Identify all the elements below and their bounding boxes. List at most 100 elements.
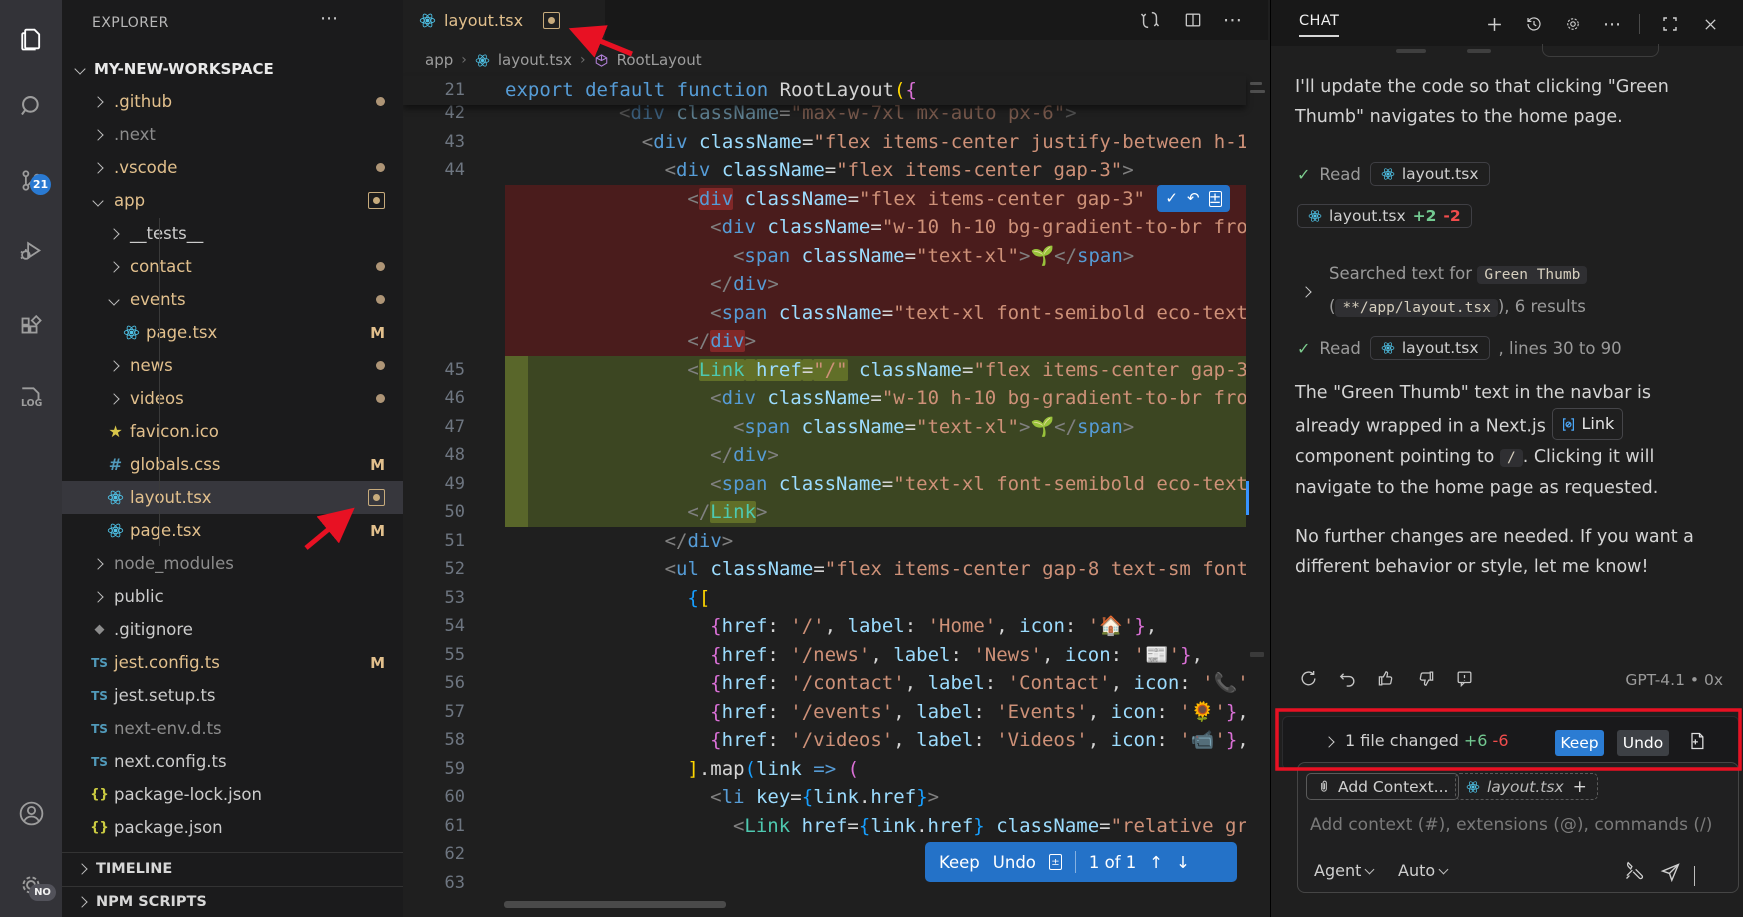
section-timeline[interactable]: TIMELINE: [62, 852, 403, 885]
expand-search-icon[interactable]: [1300, 286, 1311, 297]
tree-file-favicon-ico[interactable]: ★favicon.ico: [62, 415, 403, 448]
code-line: 61<Link href={link.href} className="rela…: [403, 812, 1246, 841]
git-badge: M: [370, 654, 385, 672]
breadcrumb-symbol[interactable]: RootLayout: [617, 51, 702, 69]
tree-file-next-config-ts[interactable]: TSnext.config.ts: [62, 745, 403, 778]
line-number: 50: [403, 498, 465, 527]
minimap[interactable]: [1246, 40, 1268, 917]
tree-item-label: favicon.ico: [130, 422, 219, 441]
undo-button[interactable]: Undo: [1617, 730, 1669, 756]
tree-folder-news[interactable]: news: [62, 349, 403, 382]
tree-folder-videos[interactable]: videos: [62, 382, 403, 415]
run-debug-icon[interactable]: [7, 226, 55, 274]
chat-input-placeholder[interactable]: Add context (#), extensions (@), command…: [1310, 815, 1712, 835]
chat-more-icon[interactable]: ⋯: [1601, 13, 1623, 35]
report-issue-icon[interactable]: [1453, 666, 1475, 690]
send-options-icon[interactable]: [1694, 866, 1695, 885]
tab-layout-tsx[interactable]: layout.tsx: [403, 0, 605, 40]
tree-item-label: jest.config.ts: [114, 653, 220, 672]
added-line: 45<Link href="/" className="flex items-c…: [403, 356, 1246, 385]
tree-folder--github[interactable]: .github: [62, 85, 403, 118]
symbol-icon: [594, 53, 609, 68]
expand-edits-icon[interactable]: [1323, 736, 1334, 747]
tree-file-jest-config-ts[interactable]: TSjest.config.tsM: [62, 646, 403, 679]
tree-file-next-env-d-ts[interactable]: TSnext-env.d.ts: [62, 712, 403, 745]
tools-icon[interactable]: [1624, 861, 1644, 885]
folder-chevron-icon: [108, 393, 119, 404]
add-file-icon[interactable]: +: [1573, 777, 1587, 797]
breadcrumb-app[interactable]: app: [425, 51, 453, 69]
model-picker[interactable]: Auto: [1398, 861, 1447, 880]
settings-badge: NO: [29, 884, 56, 901]
tree-folder-events[interactable]: events: [62, 283, 403, 316]
open-changes-icon[interactable]: [1139, 8, 1161, 32]
tree-item-label: jest.setup.ts: [114, 686, 216, 705]
css-file-icon: #: [106, 455, 125, 474]
react-file-icon: [122, 323, 141, 342]
view-diff-icon[interactable]: [1687, 730, 1707, 756]
tree-file-page-tsx[interactable]: page.tsxM: [62, 316, 403, 349]
git-badge: M: [370, 522, 385, 540]
current-file-pill[interactable]: layout.tsx +: [1455, 773, 1598, 800]
explorer-more-icon[interactable]: ⋯: [320, 8, 338, 29]
breadcrumb-file[interactable]: layout.tsx: [498, 51, 572, 69]
line-number: 61: [403, 812, 465, 841]
undo-icon[interactable]: [1336, 666, 1358, 690]
tree-file-package-lock-json[interactable]: {}package-lock.json: [62, 778, 403, 811]
chat-tab[interactable]: CHAT: [1299, 13, 1339, 29]
code-area[interactable]: 42<div className="max-w-7xl mx-auto px-6…: [403, 76, 1246, 917]
account-icon[interactable]: [7, 789, 55, 837]
close-panel-icon[interactable]: [1699, 13, 1721, 35]
explorer-icon[interactable]: [7, 15, 55, 63]
keep-button[interactable]: Keep: [1555, 730, 1604, 756]
editor-more-icon[interactable]: ⋯: [1223, 8, 1242, 32]
tree-file-layout-tsx[interactable]: layout.tsx: [62, 481, 403, 514]
tree-folder--vscode[interactable]: .vscode: [62, 151, 403, 184]
tree-folder--next[interactable]: .next: [62, 118, 403, 151]
tree-folder-public[interactable]: public: [62, 580, 403, 613]
new-chat-icon[interactable]: [1483, 13, 1505, 35]
history-icon[interactable]: [1523, 13, 1545, 35]
horizontal-scrollbar[interactable]: [504, 901, 726, 908]
mode-picker[interactable]: Agent: [1314, 861, 1373, 880]
diff-file-icon[interactable]: ±: [1049, 854, 1062, 870]
tree-file-package-json[interactable]: {}package.json: [62, 811, 403, 844]
maximize-icon[interactable]: [1659, 13, 1681, 35]
section-npm-scripts[interactable]: NPM SCRIPTS: [62, 886, 403, 917]
send-icon[interactable]: [1660, 861, 1681, 886]
file-pill[interactable]: layout.tsx: [1370, 162, 1490, 186]
git-badge: [376, 97, 385, 106]
tree-file-jest-setup-ts[interactable]: TSjest.setup.ts: [62, 679, 403, 712]
keep-all-button[interactable]: Keep: [939, 853, 980, 872]
model-info[interactable]: GPT-4.1 • 0x: [1625, 671, 1723, 689]
tree-folder-app[interactable]: app: [62, 184, 403, 217]
chat-settings-icon[interactable]: [1562, 13, 1584, 35]
extensions-icon[interactable]: [7, 303, 55, 351]
file-pill[interactable]: layout.tsx: [1370, 336, 1490, 360]
tree-file-page-tsx[interactable]: page.tsxM: [62, 514, 403, 547]
tree-item-label: .gitignore: [114, 620, 193, 639]
undo-all-button[interactable]: Undo: [993, 853, 1036, 872]
workspace-root[interactable]: MY-NEW-WORKSPACE: [62, 52, 403, 85]
tree-folder-node-modules[interactable]: node_modules: [62, 547, 403, 580]
inline-diff-actions[interactable]: ✓↶±: [1157, 185, 1230, 212]
log-icon[interactable]: LOG: [7, 373, 55, 421]
next-change-icon[interactable]: ↓: [1176, 853, 1190, 872]
tree-file-globals-css[interactable]: #globals.cssM: [62, 448, 403, 481]
sticky-scroll-line[interactable]: 21export default function RootLayout({: [403, 76, 1246, 105]
retry-icon[interactable]: [1297, 666, 1319, 690]
add-context-button[interactable]: Add Context...: [1306, 773, 1459, 800]
search-icon[interactable]: [7, 81, 55, 129]
tree-folder-contact[interactable]: contact: [62, 250, 403, 283]
chat-input-box[interactable]: Add Context... layout.tsx + Add context …: [1297, 762, 1739, 893]
split-editor-icon[interactable]: [1183, 8, 1203, 32]
tree-folder--tests-[interactable]: __tests__: [62, 217, 403, 250]
prev-change-icon[interactable]: ↑: [1149, 853, 1163, 872]
thumbs-up-icon[interactable]: [1375, 666, 1397, 690]
pending-edit-badge[interactable]: [543, 12, 560, 29]
thumbs-down-icon[interactable]: [1414, 666, 1436, 690]
link-symbol-pill[interactable]: Link: [1552, 408, 1624, 440]
code-line-content: <ul className="flex items-center gap-8 t…: [505, 555, 1246, 584]
tree-file--gitignore[interactable]: ◆.gitignore: [62, 613, 403, 646]
file-change-pill[interactable]: layout.tsx +2 -2: [1297, 204, 1472, 228]
